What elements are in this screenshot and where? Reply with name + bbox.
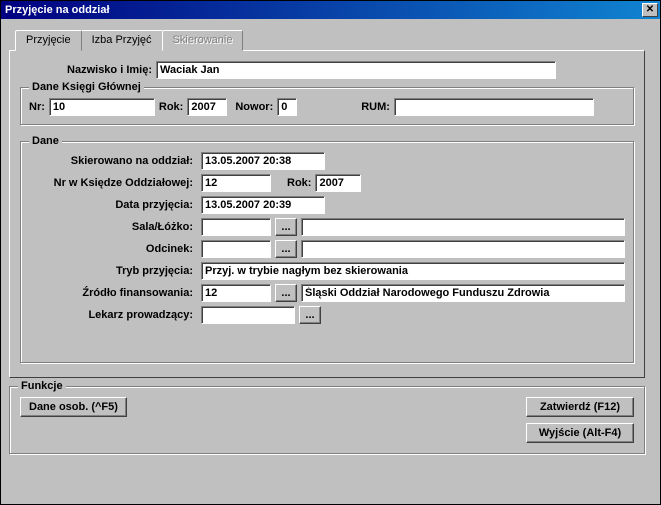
skierowano-label: Skierowano na oddział: (29, 155, 197, 167)
name-label: Nazwisko i Imię: (20, 64, 152, 76)
window-title: Przyjęcie na oddział (5, 4, 110, 16)
dialog-window: Przyjęcie na oddział ✕ Przyjęcie Izba Pr… (0, 0, 661, 505)
tab-przyjecie[interactable]: Przyjęcie (15, 30, 82, 51)
nrko-field[interactable] (201, 174, 271, 192)
group-dane: Dane Skierowano na oddział: Nr w Księdze… (20, 141, 634, 363)
tab-skierowanie: Skierowanie (162, 30, 244, 51)
odcinek-label: Odcinek: (29, 243, 197, 255)
dane-osob-button[interactable]: Dane osob. (^F5) (20, 397, 127, 417)
tryb-label: Tryb przyjęcia: (29, 265, 197, 277)
zrodlo-browse-button[interactable]: ... (275, 284, 297, 302)
sala-browse-button[interactable]: ... (275, 218, 297, 236)
lekarz-browse-button[interactable]: ... (299, 306, 321, 324)
wyjscie-button[interactable]: Wyjście (Alt-F4) (526, 423, 634, 443)
zrodlo-desc-field[interactable] (301, 284, 625, 302)
rok-field[interactable] (187, 98, 227, 116)
rum-label: RUM: (361, 101, 390, 113)
nowor-field[interactable] (277, 98, 297, 116)
rok-label: Rok: (159, 101, 183, 113)
nr-label: Nr: (29, 101, 45, 113)
close-button[interactable]: ✕ (642, 3, 658, 17)
tab-label: Przyjęcie (26, 34, 71, 46)
tab-label: Izba Przyjęć (92, 34, 152, 46)
tab-strip: Przyjęcie Izba Przyjęć Skierowanie (15, 29, 652, 50)
sala-label: Sala/Łóżko: (29, 221, 197, 233)
odcinek-field[interactable] (201, 240, 271, 258)
sala-field[interactable] (201, 218, 271, 236)
dataprz-field[interactable] (201, 196, 325, 214)
name-field[interactable] (156, 61, 556, 79)
group-funkcje: Funkcje Dane osob. (^F5) Zatwierdź (F12)… (9, 386, 645, 454)
odcinek-desc-field[interactable] (301, 240, 625, 258)
tab-izba-przyjec[interactable]: Izba Przyjęć (81, 30, 163, 51)
tryb-field[interactable] (201, 262, 625, 280)
lekarz-label: Lekarz prowadzący: (29, 309, 197, 321)
group-legend: Dane Księgi Głównej (29, 81, 144, 93)
nrko-label: Nr w Księdze Oddziałowej: (29, 177, 197, 189)
nrko-rok-label: Rok: (287, 177, 311, 189)
nrko-rok-field[interactable] (315, 174, 361, 192)
dataprz-label: Data przyjęcia: (29, 199, 197, 211)
close-icon: ✕ (646, 5, 654, 15)
nr-field[interactable] (49, 98, 155, 116)
zatwierdz-button[interactable]: Zatwierdź (F12) (526, 397, 634, 417)
group-ksiega-glowna: Dane Księgi Głównej Nr: Rok: Nowor: RUM: (20, 87, 634, 125)
group-legend: Dane (29, 135, 62, 147)
rum-field[interactable] (394, 98, 594, 116)
zrodlo-field[interactable] (201, 284, 271, 302)
titlebar: Przyjęcie na oddział ✕ (1, 1, 660, 19)
tab-panel: Nazwisko i Imię: Dane Księgi Głównej Nr:… (9, 50, 645, 378)
nowor-label: Nowor: (235, 101, 273, 113)
lekarz-field[interactable] (201, 306, 295, 324)
odcinek-browse-button[interactable]: ... (275, 240, 297, 258)
tab-label: Skierowanie (173, 34, 233, 46)
group-legend: Funkcje (18, 380, 66, 392)
skierowano-field[interactable] (201, 152, 325, 170)
zrodlo-label: Źródło finansowania: (29, 287, 197, 299)
sala-desc-field[interactable] (301, 218, 625, 236)
